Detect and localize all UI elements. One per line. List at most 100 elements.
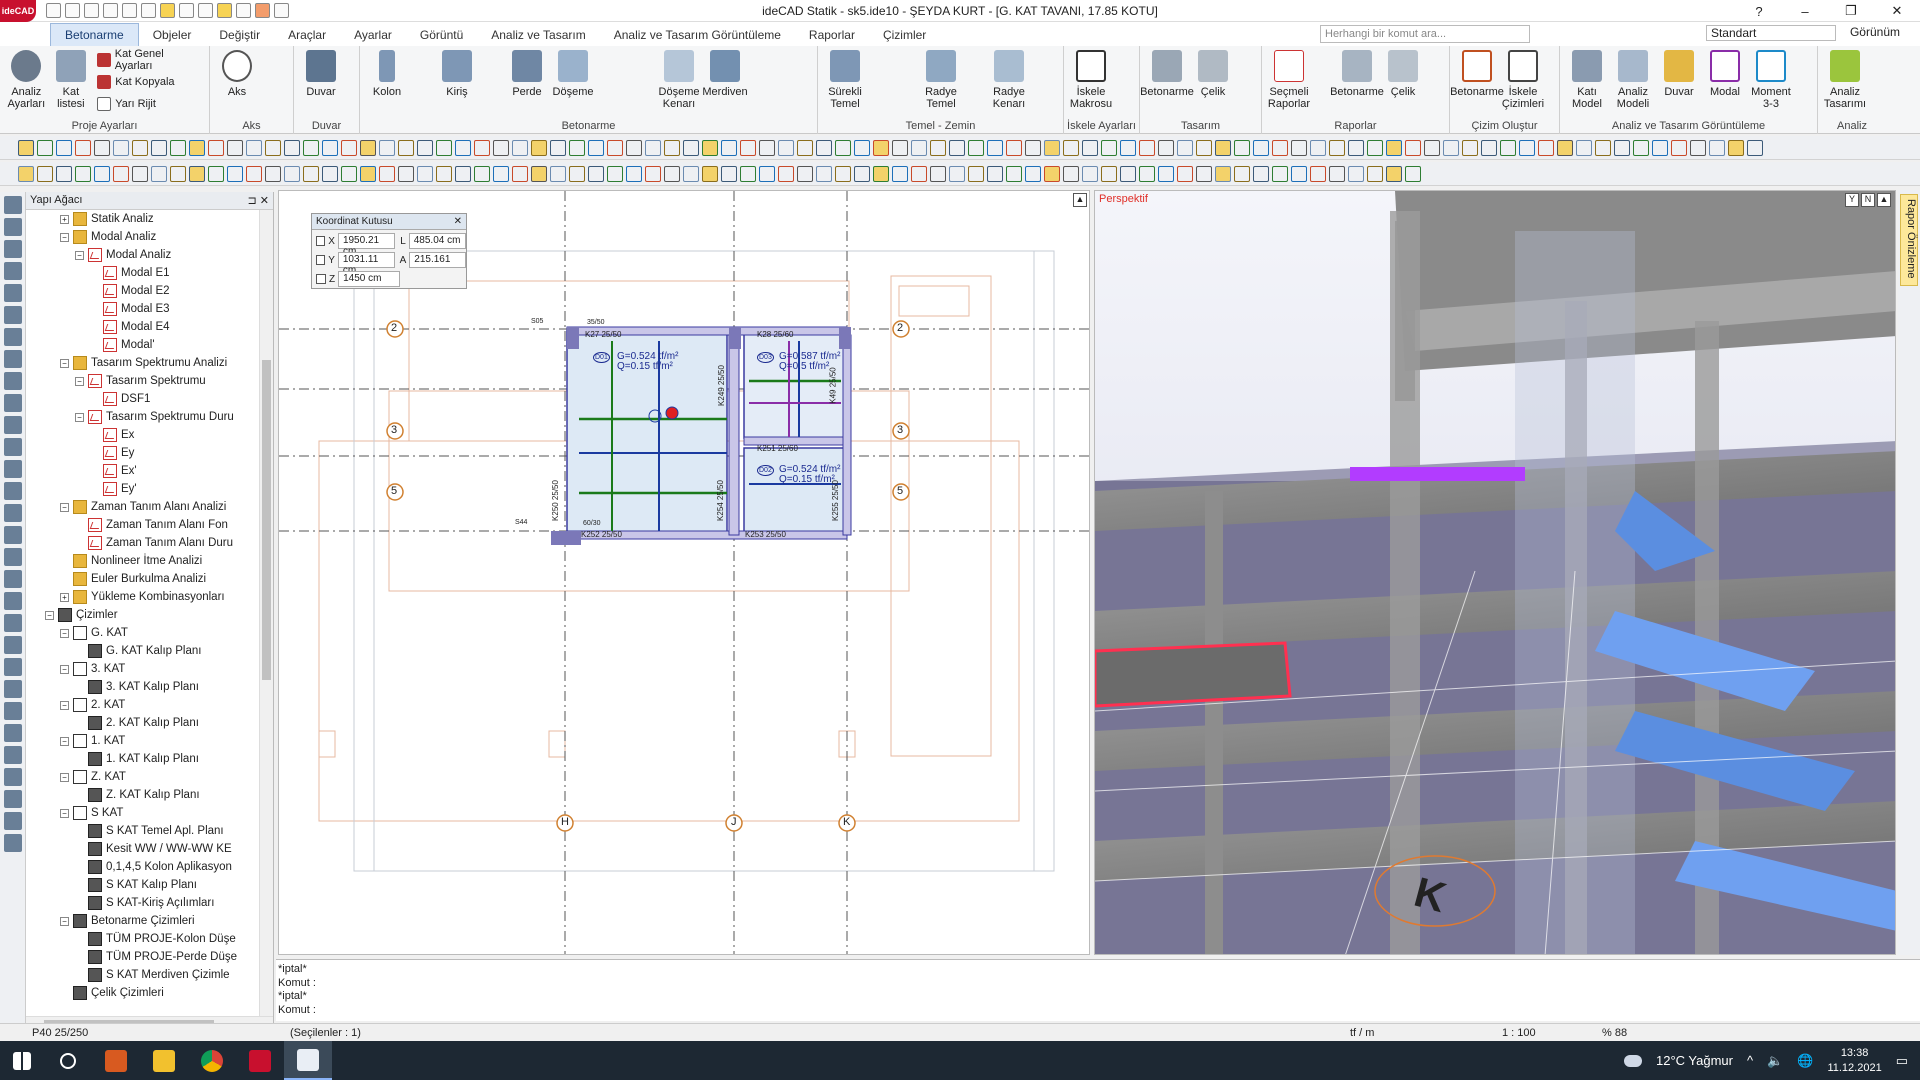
toolbar-tool-icon[interactable] [873,165,889,182]
toolbar-tool-icon[interactable] [1272,165,1288,182]
command-prompt[interactable]: Komut : [278,1004,1918,1018]
collapse-icon[interactable]: − [60,700,69,710]
toolbar-tool-icon[interactable] [360,165,376,182]
tree-node[interactable]: S KAT Kalıp Planı [26,876,259,894]
redo-icon[interactable] [141,3,156,18]
side-tool-icon[interactable] [3,284,22,302]
toolbar-tool-icon[interactable] [797,165,813,182]
collapse-icon[interactable]: − [60,502,69,512]
side-tool-icon[interactable] [3,592,22,610]
tree-node[interactable]: 2. KAT Kalıp Planı [26,714,259,732]
toolbar-tool-icon[interactable] [1405,165,1421,182]
toolbar-tool-icon[interactable] [512,139,528,156]
kiris-button[interactable]: Kiriş [434,50,480,98]
side-tool-icon[interactable] [3,702,22,720]
start-button[interactable] [0,1041,44,1080]
toolbar-tool-icon[interactable] [1557,139,1573,156]
toolbar-tool-icon[interactable] [645,139,661,156]
toolbar-tool-icon[interactable] [607,165,623,182]
toolbar-tool-icon[interactable] [512,165,528,182]
toolbar-tool-icon[interactable] [303,139,319,156]
toolbar-tool-icon[interactable] [1215,165,1231,182]
toolbar-tool-icon[interactable] [816,139,832,156]
tree-node[interactable]: Z. KAT Kalıp Planı [26,786,259,804]
toolbar-tool-icon[interactable] [1177,139,1193,156]
view-cube-controls[interactable]: Y N ▲ [1845,193,1891,207]
side-tool-icon[interactable] [3,394,22,412]
toolbar-tool-icon[interactable] [930,139,946,156]
perspective-render[interactable] [1095,191,1896,955]
cizim-betonarme-button[interactable]: Betonarme [1450,50,1504,98]
side-tool-icon[interactable] [3,570,22,588]
collapse-icon[interactable]: − [60,232,69,242]
collapse-icon[interactable]: − [60,628,69,638]
close-icon[interactable]: ✕ [454,216,462,227]
toolbar-tool-icon[interactable] [835,139,851,156]
clock[interactable]: 13:38 11.12.2021 [1827,1046,1881,1076]
y-checkbox[interactable] [316,255,326,265]
tab-cizimler[interactable]: Çizimler [869,24,940,46]
tree-node[interactable]: Modal E4 [26,318,259,336]
toolbar-tool-icon[interactable] [1576,139,1592,156]
analiz-modeli-button[interactable]: Analiz Modeli [1610,50,1656,110]
toolbar-tool-icon[interactable] [949,165,965,182]
up-view-icon[interactable]: ▲ [1877,193,1891,207]
toolbar-tool-icon[interactable] [531,139,547,156]
chrome-button[interactable] [188,1041,236,1080]
toolbar-tool-icon[interactable] [1025,165,1041,182]
tree-node[interactable]: − Tasarım Spektrumu [26,372,259,390]
tasarim-celik-button[interactable]: Çelik [1190,50,1236,98]
iskele-cizimleri-button[interactable]: İskele Çizimleri [1500,50,1546,110]
slab-d02[interactable]: D02 G=0.524 tf/m² Q=0.15 tf/m² [757,464,840,485]
toolbar-tool-icon[interactable] [930,165,946,182]
toolbar-tool-icon[interactable] [1367,165,1383,182]
tree-node[interactable]: Nonlineer İtme Analizi [26,552,259,570]
side-tool-icon[interactable] [3,614,22,632]
toolbar-tool-icon[interactable] [1082,165,1098,182]
toolbar-tool-icon[interactable] [1025,139,1041,156]
tree-node[interactable]: − Modal Analiz [26,246,259,264]
toolbar-tool-icon[interactable] [721,165,737,182]
toolbar-tool-icon[interactable] [493,139,509,156]
side-tool-icon[interactable] [3,350,22,368]
side-tool-icon[interactable] [3,680,22,698]
yari-rijit-checkbox[interactable]: Yarı Rijit [97,96,201,112]
toolbar-tool-icon[interactable] [1367,139,1383,156]
side-tool-icon[interactable] [3,438,22,456]
side-tool-icon[interactable] [3,482,22,500]
toolbar-tool-icon[interactable] [1386,165,1402,182]
toolbar-tool-icon[interactable] [132,139,148,156]
tree-node[interactable]: Euler Burkulma Analizi [26,570,259,588]
undo-icon[interactable] [122,3,137,18]
save-icon[interactable] [103,3,118,18]
maximize-button[interactable]: ❐ [1828,0,1874,22]
toolbar-tool-icon[interactable] [1101,165,1117,182]
toolbar-tool-icon[interactable] [569,165,585,182]
perspective-view-3d[interactable]: Perspektif K Y N ▲ [1094,190,1896,955]
collapse-icon[interactable]: − [60,916,69,926]
kati-model-button[interactable]: Katı Model [1564,50,1610,110]
side-tool-icon[interactable] [3,790,22,808]
tree-node[interactable]: − 2. KAT [26,696,259,714]
tree-node[interactable]: − S KAT [26,804,259,822]
z-field[interactable]: 1450 cm [338,271,401,287]
tree-node[interactable]: Modal' [26,336,259,354]
toolbar-tool-icon[interactable] [531,165,547,182]
toolbar-tool-icon[interactable] [816,165,832,182]
toolbar-tool-icon[interactable] [1253,165,1269,182]
tree-node[interactable]: − Modal Analiz [26,228,259,246]
tree-node[interactable]: − Z. KAT [26,768,259,786]
perde-button[interactable]: Perde [504,50,550,98]
notification-icon[interactable]: ▭ [1896,1053,1908,1069]
toolbar-tool-icon[interactable] [94,165,110,182]
toolbar-tool-icon[interactable] [474,139,490,156]
toolbar-tool-icon[interactable] [170,139,186,156]
toolbar-tool-icon[interactable] [645,165,661,182]
toolbar-tool-icon[interactable] [75,165,91,182]
tab-analiz-goruntuleme[interactable]: Analiz ve Tasarım Görüntüleme [600,24,795,46]
toolbar-tool-icon[interactable] [588,165,604,182]
side-tool-icon[interactable] [3,746,22,764]
x-field[interactable]: 1950.21 cm [337,233,396,257]
tree-node[interactable]: 0,1,4,5 Kolon Aplikasyon [26,858,259,876]
toolbar-tool-icon[interactable] [56,139,72,156]
